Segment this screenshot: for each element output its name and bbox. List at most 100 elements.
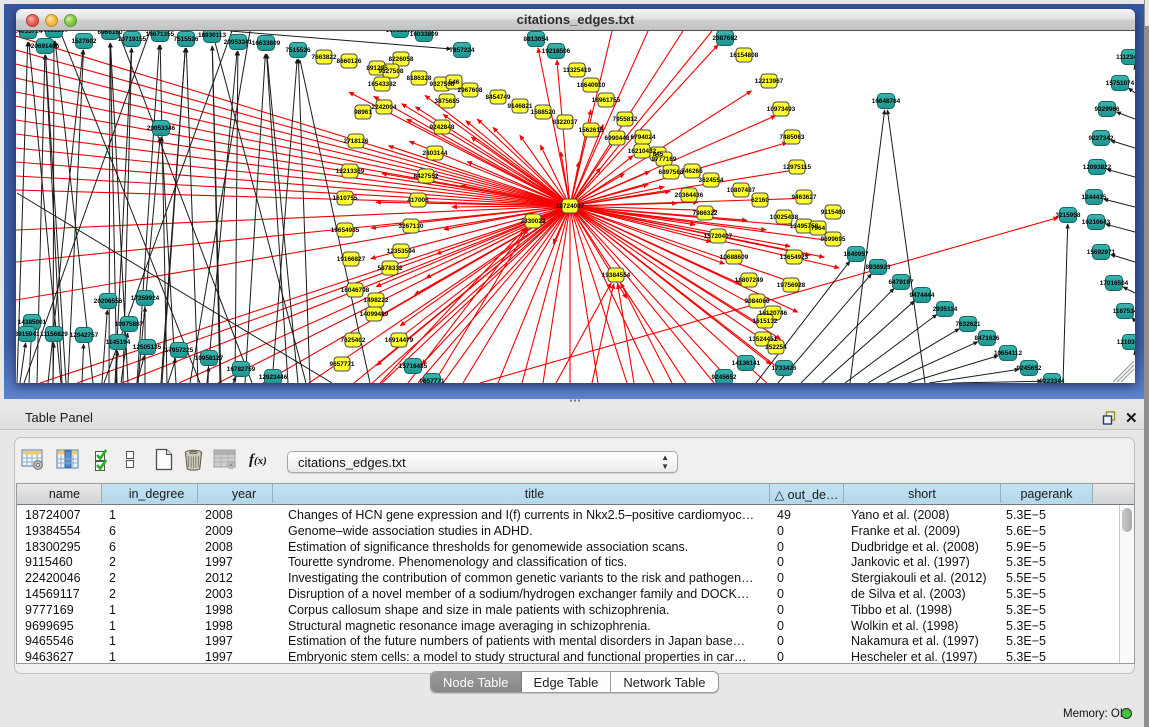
svg-text:1498222: 1498222 [364, 297, 389, 304]
svg-text:11156829: 11156829 [40, 331, 68, 338]
svg-text:98961: 98961 [354, 109, 372, 116]
svg-text:13524451: 13524451 [749, 336, 778, 343]
svg-text:13654923: 13654923 [780, 254, 809, 261]
svg-text:10807487: 10807487 [727, 187, 756, 194]
svg-text:6897568: 6897568 [659, 169, 684, 176]
svg-text:15716485: 15716485 [399, 363, 428, 370]
svg-text:16914479: 16914479 [385, 337, 414, 344]
svg-text:9329966: 9329966 [1095, 106, 1120, 113]
svg-text:7515526: 7515526 [286, 47, 311, 54]
svg-text:3267130: 3267130 [399, 223, 424, 230]
svg-text:17016504: 17016504 [1100, 280, 1129, 287]
svg-text:20206556: 20206556 [94, 298, 123, 305]
svg-text:9777169: 9777169 [652, 156, 677, 163]
svg-text:18807249: 18807249 [735, 277, 764, 284]
svg-text:8322037: 8322037 [553, 119, 578, 126]
svg-text:12505135: 12505135 [133, 344, 162, 351]
svg-text:7986322: 7986322 [693, 210, 718, 217]
svg-text:16543382: 16543382 [368, 81, 397, 88]
svg-text:10975887: 10975887 [115, 321, 144, 328]
svg-text:2330023: 2330023 [521, 218, 546, 225]
svg-text:2967608: 2967608 [458, 87, 483, 94]
svg-text:1610755: 1610755 [333, 195, 358, 202]
svg-text:8454749: 8454749 [486, 94, 511, 101]
svg-text:16210643: 16210643 [1082, 219, 1111, 226]
svg-text:9463627: 9463627 [792, 194, 817, 201]
svg-text:12353594: 12353594 [387, 248, 416, 255]
svg-text:10025438: 10025438 [770, 214, 799, 221]
svg-text:1588520: 1588520 [531, 109, 556, 116]
svg-text:2087682: 2087682 [713, 35, 738, 42]
svg-text:9245652: 9245652 [712, 374, 737, 381]
svg-text:10688609: 10688609 [720, 254, 749, 261]
svg-text:10654112: 10654112 [994, 350, 1023, 357]
svg-text:12975115: 12975115 [783, 164, 812, 171]
svg-text:9146821: 9146821 [508, 103, 533, 110]
svg-text:12213967: 12213967 [755, 78, 784, 85]
svg-text:8938923: 8938923 [866, 264, 891, 271]
svg-text:7632621: 7632621 [956, 321, 981, 328]
svg-text:14099489: 14099489 [360, 311, 389, 318]
svg-text:9327508: 9327508 [379, 68, 404, 75]
svg-text:20691406: 20691406 [31, 43, 60, 50]
svg-text:9657771: 9657771 [330, 361, 355, 368]
svg-text:19218506: 19218506 [542, 48, 571, 55]
svg-text:16961755: 16961755 [592, 97, 621, 104]
svg-text:7857224: 7857224 [450, 47, 475, 54]
svg-text:8186328: 8186328 [407, 75, 432, 82]
svg-text:12103654: 12103654 [1117, 339, 1135, 346]
svg-text:5878332: 5878332 [378, 265, 403, 272]
svg-text:14055714: 14055714 [16, 31, 43, 35]
svg-text:15692971: 15692971 [1087, 249, 1116, 256]
svg-text:2242004: 2242004 [372, 104, 397, 111]
svg-text:19166827: 19166827 [337, 256, 366, 263]
svg-text:1562615: 1562615 [579, 127, 604, 134]
svg-text:10653267: 10653267 [40, 31, 69, 34]
svg-text:16046798: 16046798 [341, 287, 370, 294]
svg-text:62160: 62160 [751, 197, 769, 204]
svg-text:546: 546 [449, 79, 460, 86]
svg-text:8427552: 8427552 [414, 173, 439, 180]
svg-text:8471626: 8471626 [975, 335, 1000, 342]
svg-text:7964: 7964 [811, 225, 826, 232]
svg-text:2803144: 2803144 [423, 150, 448, 157]
svg-text:417006: 417006 [407, 197, 429, 204]
svg-text:3215958: 3215958 [1056, 212, 1081, 219]
svg-text:11325419: 11325419 [563, 67, 592, 74]
svg-text:9115460: 9115460 [821, 209, 846, 216]
svg-text:6479197: 6479197 [889, 279, 914, 286]
svg-text:7955812: 7955812 [613, 116, 638, 123]
svg-text:3875685: 3875685 [435, 98, 460, 105]
svg-text:17359924: 17359924 [131, 295, 160, 302]
svg-text:1527602: 1527602 [72, 38, 97, 45]
svg-text:2935114: 2935114 [933, 306, 958, 313]
svg-text:1244415: 1244415 [1082, 194, 1107, 201]
svg-text:19756928: 19756928 [777, 282, 806, 289]
svg-text:252254: 252254 [765, 344, 787, 351]
svg-text:1733426: 1733426 [772, 365, 797, 372]
svg-text:15751074: 15751074 [1106, 80, 1135, 87]
svg-text:16671355: 16671355 [146, 31, 175, 38]
svg-text:6794024: 6794024 [631, 134, 656, 141]
svg-text:6990448: 6990448 [605, 135, 630, 142]
svg-text:18930113: 18930113 [198, 32, 227, 39]
svg-text:17957225: 17957225 [165, 347, 194, 354]
svg-text:9084060: 9084060 [745, 298, 770, 305]
svg-text:11123456: 11123456 [1116, 54, 1135, 61]
svg-text:1145194: 1145194 [106, 339, 131, 346]
svg-text:7485063: 7485063 [780, 134, 805, 141]
svg-text:3624554: 3624554 [699, 177, 724, 184]
svg-text:10719155: 10719155 [118, 36, 147, 43]
svg-text:16033809: 16033809 [410, 31, 439, 38]
svg-text:9699695: 9699695 [821, 236, 846, 243]
svg-text:16782759: 16782759 [227, 366, 256, 373]
svg-text:12942757: 12942757 [70, 332, 99, 339]
svg-text:18724007: 18724007 [556, 203, 585, 210]
svg-text:16648784: 16648784 [872, 98, 901, 105]
svg-text:14136141: 14136141 [732, 360, 761, 367]
svg-text:1640957: 1640957 [844, 251, 869, 258]
svg-text:1615132: 1615132 [753, 318, 778, 325]
svg-text:10958127: 10958127 [195, 355, 224, 362]
svg-text:9242848: 9242848 [430, 124, 455, 131]
svg-text:20053346: 20053346 [147, 125, 176, 132]
